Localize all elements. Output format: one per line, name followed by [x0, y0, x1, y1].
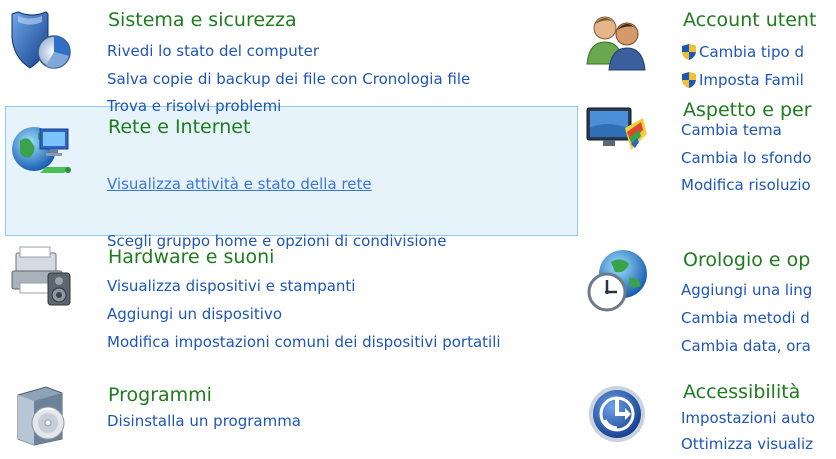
- link-optimize-display[interactable]: Ottimizza visualiz: [681, 434, 813, 454]
- category-title[interactable]: Accessibilità: [683, 380, 800, 404]
- link-mobility-settings[interactable]: Modifica impostazioni comuni dei disposi…: [107, 332, 501, 352]
- monitor-palette-icon: [586, 107, 647, 150]
- clock-globe-icon: [587, 250, 647, 312]
- link-troubleshoot[interactable]: Trova e risolvi problemi: [107, 96, 281, 116]
- network-globe-icon: [12, 127, 71, 173]
- link-network-status[interactable]: Visualizza attività e stato della rete: [107, 174, 372, 194]
- category-title[interactable]: Hardware e suoni: [108, 245, 274, 269]
- category-title[interactable]: Sistema e sicurezza: [108, 8, 297, 32]
- link-add-device[interactable]: Aggiungi un dispositivo: [107, 304, 282, 324]
- category-title[interactable]: Orologio e op: [683, 248, 810, 272]
- printer-speaker-icon: [11, 246, 71, 306]
- category-title[interactable]: Account utent: [683, 8, 816, 32]
- link-uninstall-program[interactable]: Disinstalla un programma: [107, 411, 301, 431]
- link-change-account-type[interactable]: Cambia tipo d: [699, 42, 804, 62]
- category-title[interactable]: Programmi: [108, 383, 212, 407]
- accessibility-icon: [589, 386, 645, 442]
- category-title[interactable]: Aspetto e per: [683, 98, 812, 122]
- user-accounts-icon: [586, 16, 646, 71]
- uac-shield-icon: [682, 72, 696, 88]
- programs-disc-box-icon: [17, 386, 65, 446]
- uac-shield-icon: [682, 44, 696, 60]
- link-change-date-time[interactable]: Cambia data, ora: [681, 336, 811, 356]
- category-title[interactable]: Rete e Internet: [108, 115, 250, 139]
- link-change-background[interactable]: Cambia lo sfondo: [681, 148, 812, 168]
- link-add-language[interactable]: Aggiungi una ling: [681, 280, 812, 300]
- link-file-history-backup[interactable]: Salva copie di backup dei file con Crono…: [107, 69, 470, 89]
- link-change-theme[interactable]: Cambia tema: [681, 120, 782, 140]
- link-family-safety[interactable]: Imposta Famil: [699, 70, 804, 90]
- link-review-computer-status[interactable]: Rivedi lo stato del computer: [107, 41, 319, 61]
- link-change-resolution[interactable]: Modifica risoluzio: [681, 175, 811, 195]
- security-shield-icon: [11, 11, 71, 69]
- link-ease-of-access-settings[interactable]: Impostazioni auto: [681, 408, 815, 428]
- link-devices-printers[interactable]: Visualizza dispositivi e stampanti: [107, 276, 355, 296]
- category-hover-highlight: [5, 106, 578, 236]
- link-change-input-methods[interactable]: Cambia metodi d: [681, 308, 810, 328]
